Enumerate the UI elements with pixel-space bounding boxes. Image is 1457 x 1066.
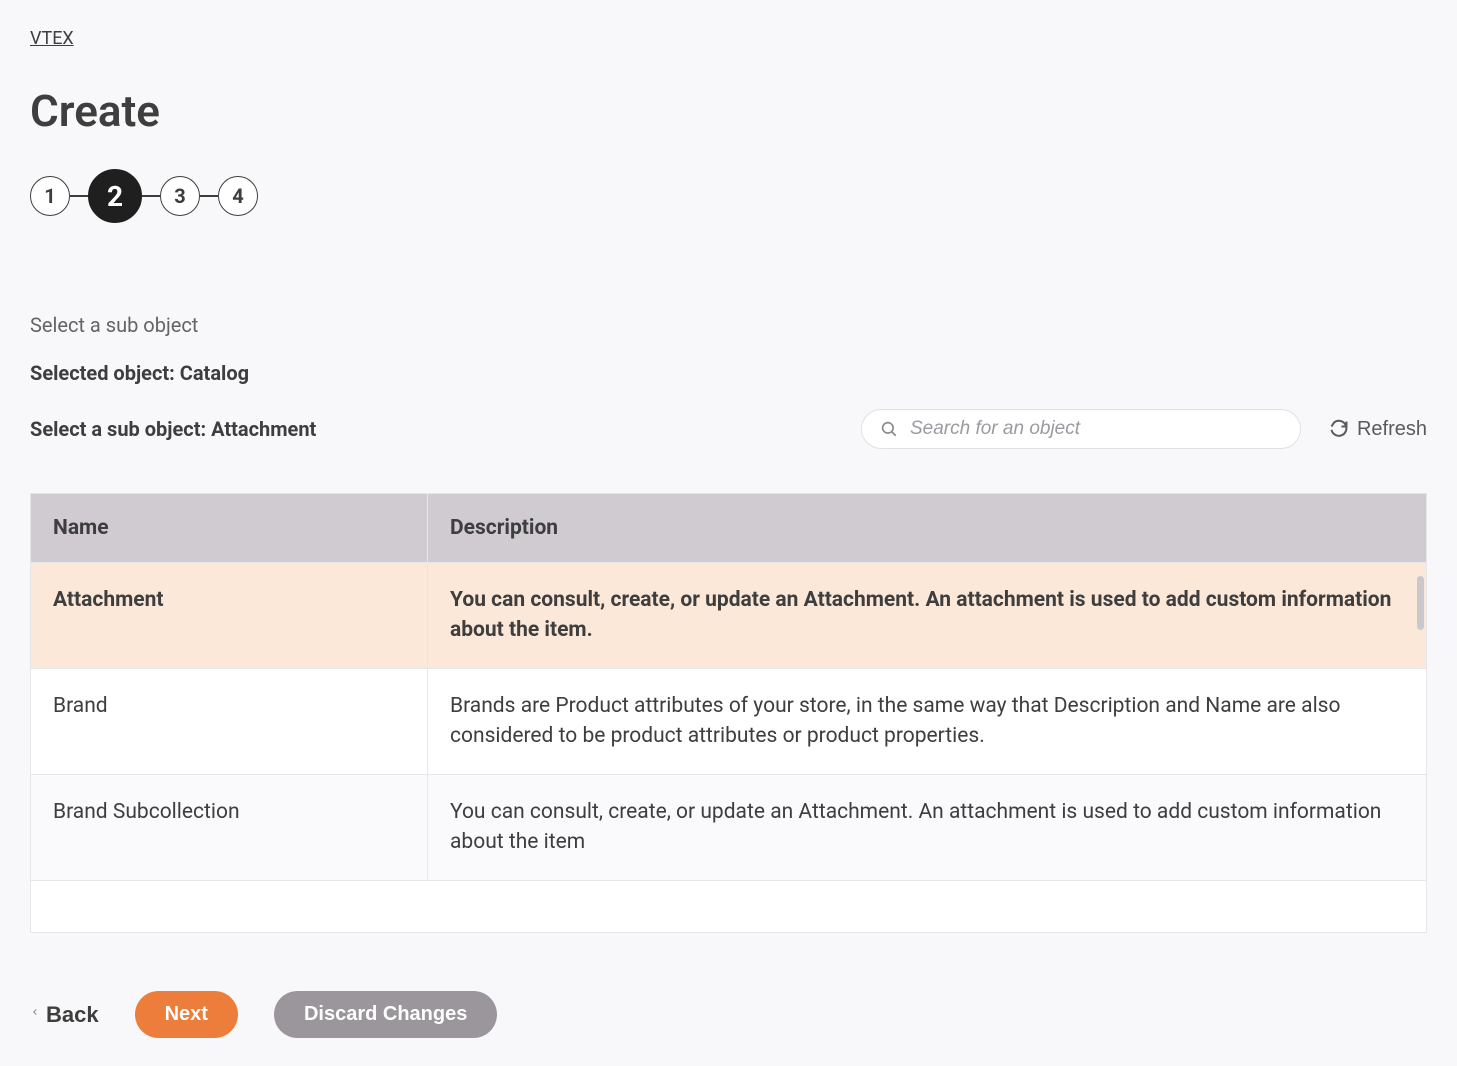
search-icon	[880, 420, 898, 438]
discard-changes-button[interactable]: Discard Changes	[274, 991, 497, 1038]
next-button[interactable]: Next	[135, 991, 238, 1038]
step-3[interactable]: 3	[160, 176, 200, 216]
selected-object-line: Selected object: Catalog	[30, 361, 1427, 385]
step-2[interactable]: 2	[88, 169, 142, 223]
refresh-label: Refresh	[1357, 418, 1427, 441]
step-4[interactable]: 4	[218, 176, 258, 216]
refresh-button[interactable]: Refresh	[1329, 418, 1427, 441]
cell-name: Brand Subcollection	[31, 775, 428, 880]
table-row[interactable]: Brand Subcollection You can consult, cre…	[31, 775, 1426, 881]
select-sub-object-line: Select a sub object: Attachment	[30, 417, 316, 441]
back-label: Back	[46, 1002, 99, 1028]
step-connector	[200, 195, 218, 197]
table-row[interactable]: Brand Brands are Product attributes of y…	[31, 669, 1426, 775]
cell-description: Brands are Product attributes of your st…	[428, 669, 1426, 774]
breadcrumb-vtex[interactable]: VTEX	[30, 28, 74, 49]
cell-description: You can consult, create, or update an At…	[428, 775, 1426, 880]
search-field-wrap[interactable]	[861, 409, 1301, 449]
chevron-left-icon	[30, 1005, 40, 1024]
column-header-name: Name	[31, 494, 428, 563]
refresh-icon	[1329, 419, 1349, 439]
step-connector	[142, 195, 160, 197]
cell-description: You can consult, create, or update an At…	[428, 563, 1426, 668]
scrollbar-thumb[interactable]	[1417, 576, 1424, 630]
table-body: Attachment You can consult, create, or u…	[31, 563, 1426, 927]
search-input[interactable]	[910, 418, 1282, 440]
select-sub-prefix: Select a sub object:	[30, 417, 211, 441]
selected-object-prefix: Selected object:	[30, 361, 180, 385]
step-1[interactable]: 1	[30, 176, 70, 216]
table-header-row: Name Description	[31, 494, 1426, 563]
selected-object-value: Catalog	[180, 361, 249, 385]
cell-name: Attachment	[31, 563, 428, 668]
table-row[interactable]: Attachment You can consult, create, or u…	[31, 563, 1426, 669]
cell-name: Brand	[31, 669, 428, 774]
page-title: Create	[30, 85, 1427, 137]
stepper: 1 2 3 4	[30, 169, 1427, 223]
column-header-description: Description	[428, 494, 1426, 563]
step-connector	[70, 195, 88, 197]
footer-actions: Back Next Discard Changes	[30, 991, 1427, 1038]
select-sub-value: Attachment	[211, 417, 316, 441]
sub-object-table: Name Description Attachment You can cons…	[30, 493, 1427, 933]
section-subtitle: Select a sub object	[30, 313, 1427, 337]
back-button[interactable]: Back	[30, 1002, 99, 1028]
